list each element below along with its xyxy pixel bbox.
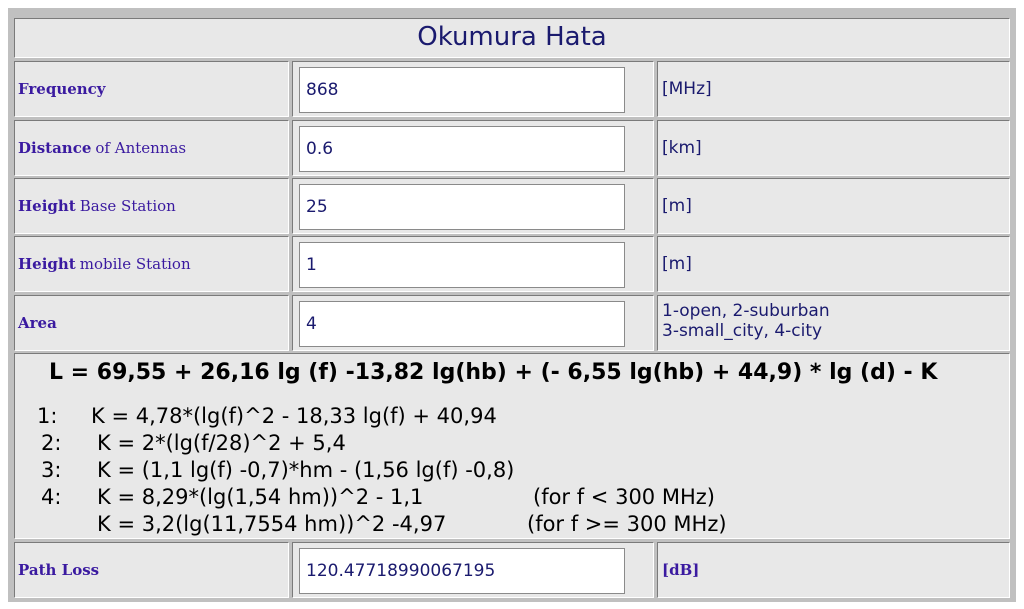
k2-formula: K = 2*(lg(f/28)^2 + 5,4 — [97, 431, 346, 455]
area-unit: 1-open, 2-suburban 3-small_city, 4-city — [657, 295, 1010, 351]
k3-formula: K = (1,1 lg(f) -0,7)*hm - (1,56 lg(f) -0… — [97, 458, 515, 482]
path-loss-label: Path Loss — [14, 542, 289, 598]
height-mobile-label: Height mobile Station — [14, 236, 289, 292]
label-rest: Base Station — [79, 197, 176, 215]
label-bold: Height — [18, 255, 76, 273]
k1-number: 1: — [37, 404, 58, 428]
frequency-cell: 868 — [292, 61, 654, 117]
k4-number: 4: — [41, 485, 62, 509]
distance-cell: 0.6 — [292, 120, 654, 176]
calculator-table: Okumura Hata Frequency 868 [MHz] Distanc… — [8, 8, 1016, 602]
height-mobile-unit: [m] — [657, 236, 1010, 292]
k4b-condition: (for f >= 300 MHz) — [527, 512, 727, 536]
area-options-line2: 3-small_city, 4-city — [662, 321, 823, 341]
height-base-input[interactable]: 25 — [299, 184, 625, 230]
area-options-line1: 1-open, 2-suburban — [662, 301, 830, 321]
height-base-cell: 25 — [292, 178, 654, 234]
k4a-formula: K = 8,29*(lg(1,54 hm))^2 - 1,1 — [97, 485, 424, 509]
k3-number: 3: — [41, 458, 62, 482]
area-cell: 4 — [292, 295, 654, 351]
main-formula: L = 69,55 + 26,16 lg (f) -13,82 lg(hb) +… — [49, 360, 938, 385]
distance-input[interactable]: 0.6 — [299, 126, 625, 172]
k2-number: 2: — [41, 431, 62, 455]
height-base-unit: [m] — [657, 178, 1010, 234]
height-mobile-cell: 1 — [292, 236, 654, 292]
label-bold: Path Loss — [18, 561, 100, 579]
path-loss-output[interactable]: 120.47718990067195 — [299, 548, 625, 594]
height-base-label: Height Base Station — [14, 178, 289, 234]
area-label: Area — [14, 295, 289, 351]
label-bold: Height — [18, 197, 76, 215]
area-input[interactable]: 4 — [299, 301, 625, 347]
k4b-formula: K = 3,2(lg(11,7554 hm))^2 -4,97 — [97, 512, 447, 536]
label-bold: Area — [18, 314, 57, 332]
formula-panel: L = 69,55 + 26,16 lg (f) -13,82 lg(hb) +… — [14, 353, 1010, 539]
path-loss-cell: 120.47718990067195 — [292, 542, 654, 598]
label-bold: Distance — [18, 139, 92, 157]
path-loss-unit: [dB] — [657, 542, 1010, 598]
label-rest: mobile Station — [79, 255, 191, 273]
label-bold: Frequency — [18, 80, 106, 98]
frequency-input[interactable]: 868 — [299, 67, 625, 113]
distance-unit: [km] — [657, 120, 1010, 176]
k4a-condition: (for f < 300 MHz) — [533, 485, 715, 509]
label-rest: of Antennas — [95, 139, 187, 157]
height-mobile-input[interactable]: 1 — [299, 242, 625, 288]
page-title: Okumura Hata — [14, 18, 1010, 58]
frequency-unit: [MHz] — [657, 61, 1010, 117]
k1-formula: K = 4,78*(lg(f)^2 - 18,33 lg(f) + 40,94 — [91, 404, 497, 428]
frequency-label: Frequency — [14, 61, 289, 117]
distance-label: Distance of Antennas — [14, 120, 289, 176]
